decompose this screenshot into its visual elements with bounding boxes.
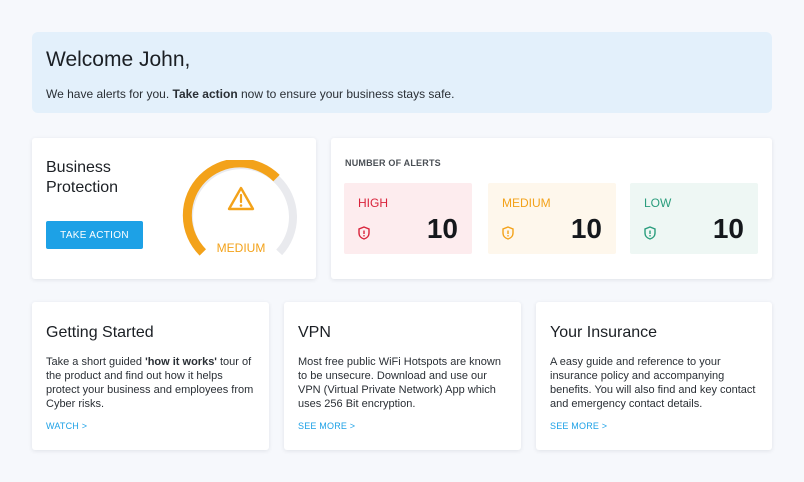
- protection-gauge: MEDIUM: [182, 158, 300, 260]
- welcome-message-suffix: now to ensure your business stays safe.: [237, 87, 455, 101]
- getting-started-text-prefix: Take a short guided: [46, 356, 146, 368]
- insurance-text: A easy guide and reference to your insur…: [550, 356, 756, 410]
- alerts-card: NUMBER OF ALERTS HIGH 10 MEDIUM 10 LOW 1…: [331, 138, 772, 279]
- welcome-message: We have alerts for you. Take action now …: [46, 87, 758, 101]
- welcome-title: Welcome John,: [46, 48, 191, 71]
- alert-low[interactable]: LOW 10: [630, 183, 758, 254]
- alert-low-count: 10: [712, 213, 744, 244]
- warning-triangle-icon: [227, 186, 255, 211]
- alerts-title: NUMBER OF ALERTS: [345, 158, 441, 168]
- shield-alert-icon: [358, 226, 370, 240]
- insurance-card: Your Insurance A easy guide and referenc…: [536, 302, 772, 450]
- insurance-title: Your Insurance: [550, 324, 658, 341]
- vpn-title: VPN: [298, 324, 331, 341]
- shield-alert-icon: [644, 226, 656, 240]
- take-action-button[interactable]: TAKE ACTION: [46, 221, 143, 249]
- gauge-label: MEDIUM: [216, 241, 266, 255]
- business-protection-card: Business Protection TAKE ACTION MEDIUM: [32, 138, 316, 279]
- alert-low-label: LOW: [644, 196, 672, 210]
- alert-high-label: HIGH: [358, 196, 388, 210]
- getting-started-title: Getting Started: [46, 324, 154, 341]
- insurance-see-more-link[interactable]: SEE MORE >: [550, 421, 758, 431]
- vpn-card: VPN Most free public WiFi Hotspots are k…: [284, 302, 521, 450]
- watch-link[interactable]: WATCH >: [46, 421, 255, 431]
- welcome-message-prefix: We have alerts for you.: [46, 87, 173, 101]
- getting-started-card: Getting Started Take a short guided 'how…: [32, 302, 269, 450]
- business-protection-title: Business Protection: [46, 159, 119, 196]
- shield-alert-icon: [502, 226, 514, 240]
- vpn-see-more-link[interactable]: SEE MORE >: [298, 421, 507, 431]
- getting-started-text: Take a short guided 'how it works' tour …: [46, 355, 255, 411]
- alert-high[interactable]: HIGH 10: [344, 183, 472, 254]
- welcome-banner: Welcome John, We have alerts for you. Ta…: [32, 32, 772, 113]
- getting-started-text-bold: 'how it works': [145, 356, 217, 368]
- vpn-text: Most free public WiFi Hotspots are known…: [298, 356, 501, 410]
- welcome-message-bold: Take action: [172, 87, 238, 101]
- alert-medium-label: MEDIUM: [502, 196, 551, 210]
- alert-medium-count: 10: [570, 213, 602, 244]
- alert-high-count: 10: [426, 213, 458, 244]
- gauge-fill: [182, 158, 280, 256]
- alert-medium[interactable]: MEDIUM 10: [488, 183, 616, 254]
